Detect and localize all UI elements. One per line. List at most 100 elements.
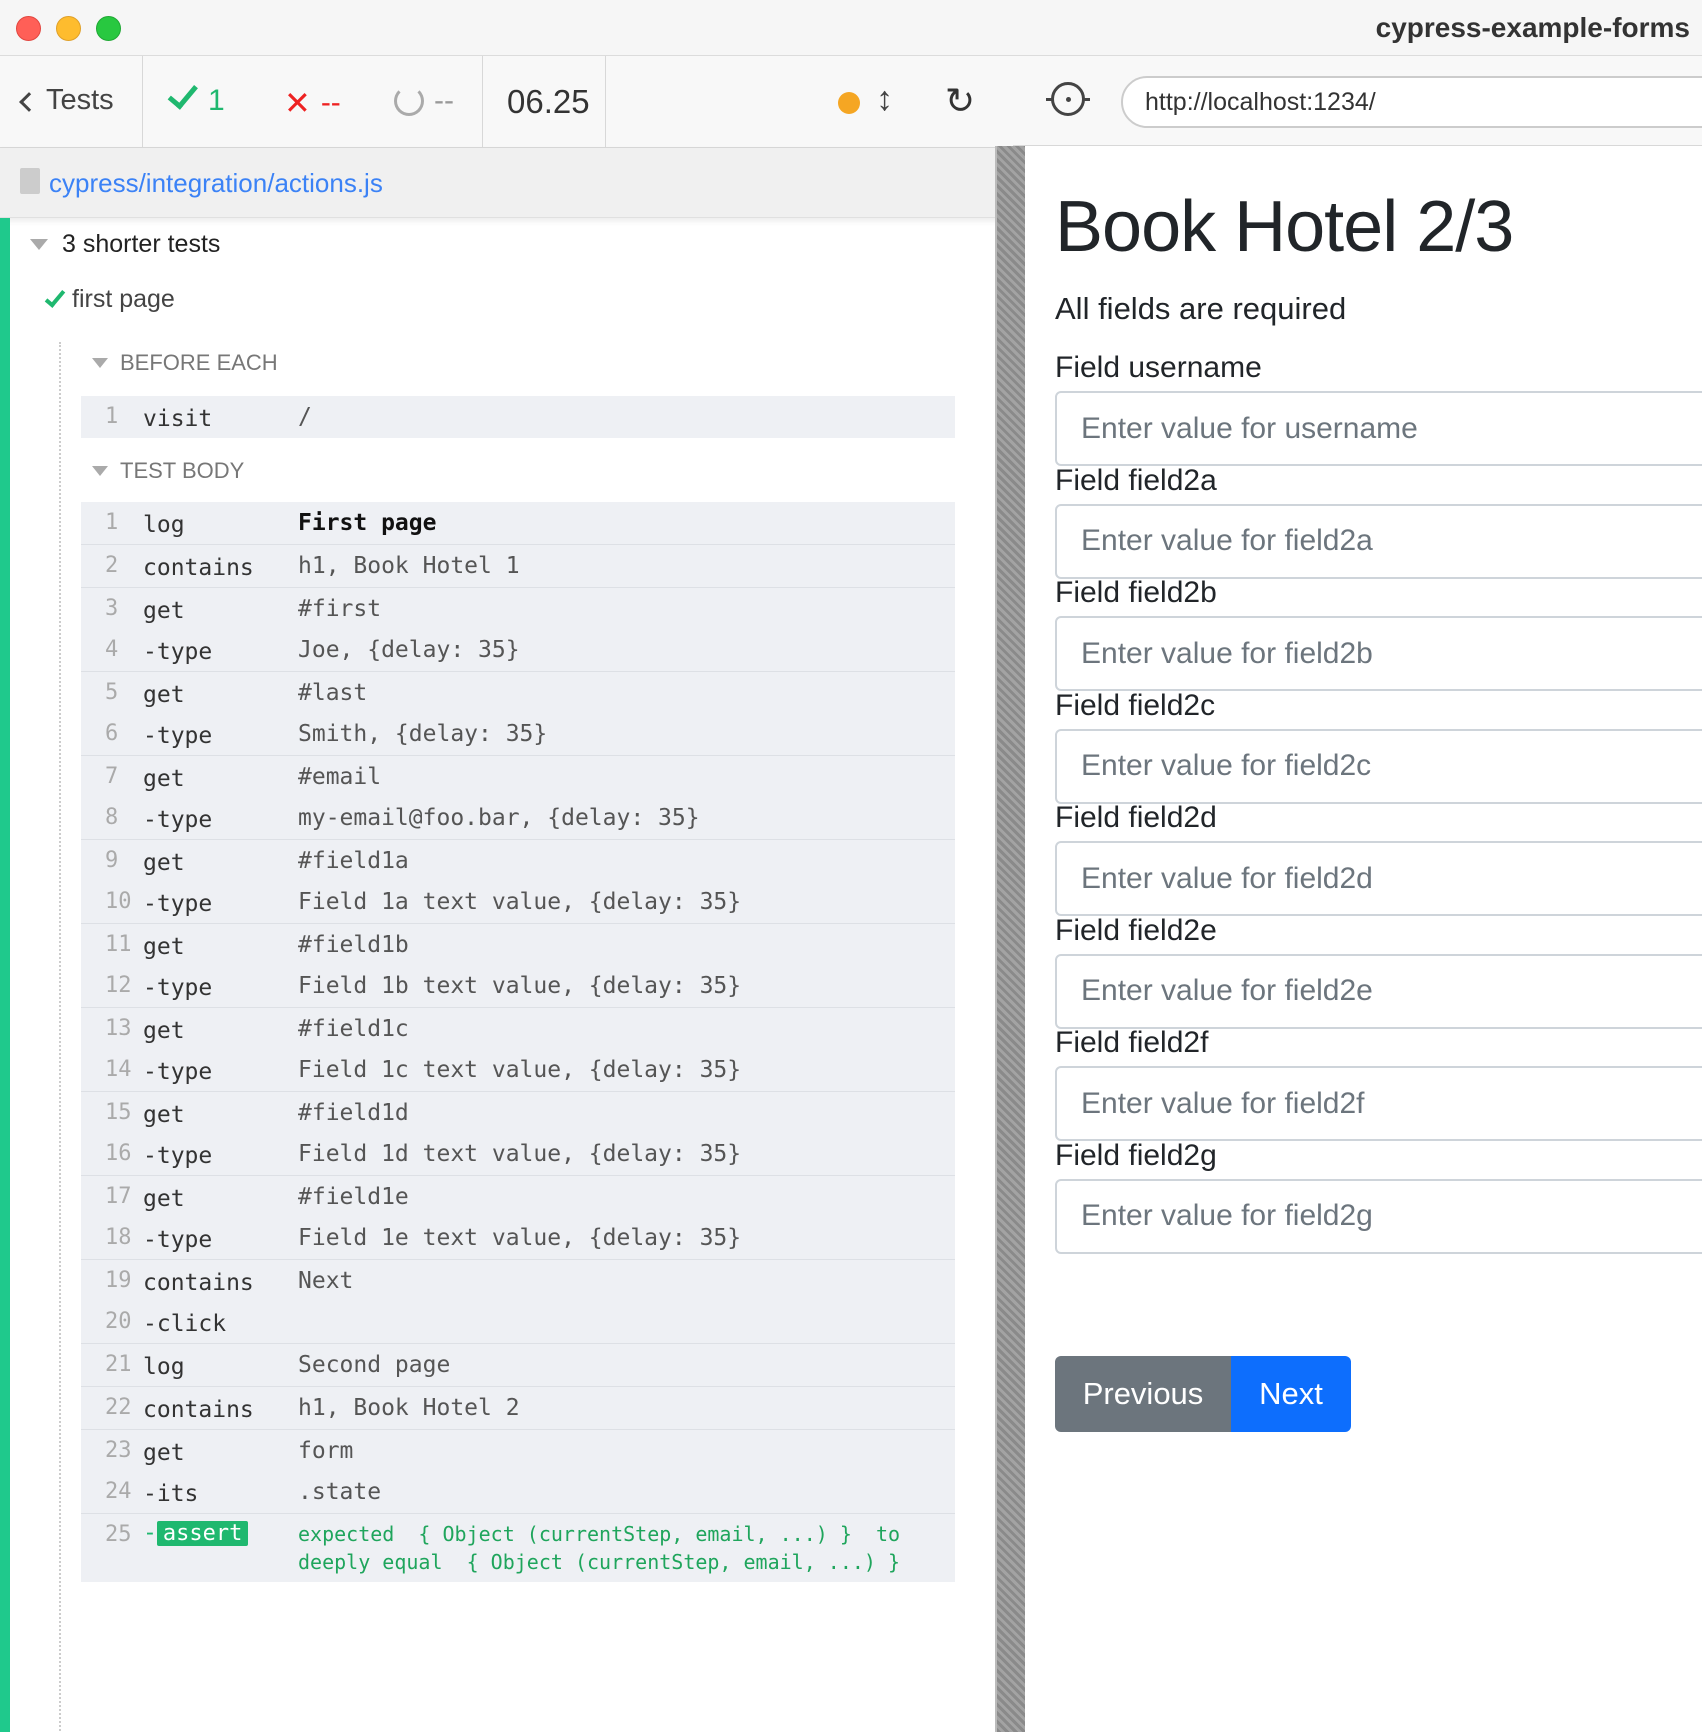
- pending-count[interactable]: --: [394, 84, 454, 118]
- command-row[interactable]: 18 -type Field 1e text value, {delay: 35}: [81, 1217, 955, 1260]
- command-row[interactable]: 20 -click: [81, 1301, 955, 1344]
- hook-label: TEST BODY: [120, 458, 245, 483]
- command-row[interactable]: 21 log Second page: [81, 1344, 955, 1387]
- field-input[interactable]: [1055, 841, 1702, 916]
- command-number: 17: [105, 1184, 132, 1209]
- suite-title-row[interactable]: 3 shorter tests: [30, 230, 220, 259]
- reporter-panel: Tests 1 ✕ -- -- 06.25 ↕ ↻ cypress/integr…: [0, 56, 1013, 1732]
- command-name: -click: [143, 1311, 227, 1337]
- command-row[interactable]: 1 log First page: [81, 502, 955, 545]
- spec-bar: cypress/integration/actions.js: [0, 148, 1013, 218]
- field-label: Field field2b: [1055, 576, 1217, 609]
- command-number: 12: [105, 973, 132, 998]
- before-each-hook-title[interactable]: BEFORE EACH: [92, 350, 278, 376]
- command-name: get: [143, 934, 185, 960]
- command-row[interactable]: 4 -type Joe, {delay: 35}: [81, 629, 955, 672]
- command-number: 10: [105, 889, 132, 914]
- previous-button[interactable]: Previous: [1055, 1356, 1231, 1432]
- command-row[interactable]: 7 get #email: [81, 756, 955, 797]
- command-row[interactable]: 6 -type Smith, {delay: 35}: [81, 713, 955, 756]
- command-message: h1, Book Hotel 1: [298, 553, 520, 579]
- command-row[interactable]: 17 get #field1e: [81, 1176, 955, 1217]
- command-name: visit: [143, 406, 213, 432]
- command-number: 23: [105, 1438, 132, 1463]
- assert-row[interactable]: 25- assert expected { Object (currentStep,…: [81, 1514, 955, 1582]
- field-input[interactable]: [1055, 503, 1702, 579]
- next-button[interactable]: Next: [1231, 1356, 1351, 1432]
- command-row[interactable]: 9 get #field1a: [81, 840, 955, 881]
- command-name: get: [143, 1102, 185, 1128]
- window-close-icon[interactable]: [16, 16, 41, 41]
- command-name: -type: [143, 975, 213, 1001]
- command-row[interactable]: 5 get #last: [81, 672, 955, 713]
- auto-scroll-icon[interactable]: ↕: [876, 80, 893, 119]
- collapse-triangle-icon: [92, 466, 108, 476]
- command-name: get: [143, 1440, 185, 1466]
- command-row[interactable]: 16 -type Field 1d text value, {delay: 35}: [81, 1133, 955, 1176]
- test-guide-line: [59, 342, 61, 1732]
- command-row[interactable]: 22 contains h1, Book Hotel 2: [81, 1387, 955, 1430]
- assert-badge: assert: [156, 1521, 249, 1546]
- test-title-row[interactable]: first page: [44, 285, 175, 314]
- command-number: 7: [105, 764, 119, 789]
- app-under-test: Book Hotel 2/3 All fields are required F…: [1025, 146, 1702, 1732]
- command-number: 5: [105, 680, 119, 705]
- command-number: 13: [105, 1016, 132, 1041]
- header-divider: [142, 56, 143, 148]
- x-icon: ✕: [284, 85, 311, 121]
- command-row[interactable]: 11 get #field1b: [81, 924, 955, 965]
- command-row[interactable]: 1 visit /: [81, 396, 955, 438]
- command-message: #last: [298, 680, 368, 706]
- command-row[interactable]: 23 get form: [81, 1430, 955, 1471]
- command-message: Joe, {delay: 35}: [298, 637, 520, 663]
- hook-label: BEFORE EACH: [120, 350, 278, 375]
- window-minimize-icon[interactable]: [56, 16, 81, 41]
- command-message: #field1a: [298, 848, 409, 874]
- command-name: get: [143, 850, 185, 876]
- command-row[interactable]: 8 -type my-email@foo.bar, {delay: 35}: [81, 797, 955, 840]
- command-number: 18: [105, 1225, 132, 1250]
- command-name: get: [143, 766, 185, 792]
- command-row[interactable]: 2 contains h1, Book Hotel 1: [81, 545, 955, 588]
- command-message: h1, Book Hotel 2: [298, 1395, 520, 1421]
- panel-resize-handle[interactable]: [995, 146, 1025, 1732]
- command-row[interactable]: 12 -type Field 1b text value, {delay: 35}: [81, 965, 955, 1008]
- field-input[interactable]: [1055, 391, 1702, 466]
- passed-count[interactable]: 1: [167, 77, 225, 118]
- test-title: first page: [72, 285, 175, 313]
- field-input[interactable]: [1055, 1178, 1702, 1254]
- command-row[interactable]: 3 get #first: [81, 588, 955, 629]
- field-input[interactable]: [1055, 616, 1702, 691]
- command-number: 19: [105, 1268, 132, 1293]
- command-number: 11: [105, 932, 132, 957]
- command-row[interactable]: 14 -type Field 1c text value, {delay: 35}: [81, 1049, 955, 1092]
- command-number: 9: [105, 848, 119, 873]
- assert-message-line2: deeply equal { Object (currentStep, emai…: [298, 1550, 901, 1574]
- command-message: Field 1a text value, {delay: 35}: [298, 889, 742, 915]
- field-input[interactable]: [1055, 1066, 1702, 1141]
- reload-icon[interactable]: ↻: [945, 80, 975, 122]
- url-bar[interactable]: http://localhost:1234/: [1121, 76, 1702, 128]
- command-name: -type: [143, 1059, 213, 1085]
- command-row[interactable]: 10 -type Field 1a text value, {delay: 35}: [81, 881, 955, 924]
- command-row[interactable]: 13 get #field1c: [81, 1008, 955, 1049]
- command-row[interactable]: 15 get #field1d: [81, 1092, 955, 1133]
- pending-value: --: [434, 84, 454, 117]
- field-input[interactable]: [1055, 728, 1702, 804]
- running-dot-icon: [838, 92, 860, 114]
- command-name: -type: [143, 807, 213, 833]
- field-input[interactable]: [1055, 953, 1702, 1029]
- file-icon: [20, 168, 40, 194]
- command-name: get: [143, 598, 185, 624]
- window-maximize-icon[interactable]: [96, 16, 121, 41]
- tests-button[interactable]: Tests: [19, 84, 114, 117]
- command-message: form: [298, 1438, 354, 1464]
- command-row[interactable]: 24 -its .state: [81, 1471, 955, 1514]
- command-number: 8: [105, 805, 119, 830]
- failed-count[interactable]: ✕ --: [284, 84, 341, 122]
- command-row[interactable]: 19 contains Next: [81, 1260, 955, 1301]
- spec-path-link[interactable]: cypress/integration/actions.js: [49, 168, 383, 199]
- test-body-hook-title[interactable]: TEST BODY: [92, 458, 244, 484]
- selector-playground-icon[interactable]: [1046, 82, 1090, 116]
- assert-dash: -: [143, 1520, 157, 1546]
